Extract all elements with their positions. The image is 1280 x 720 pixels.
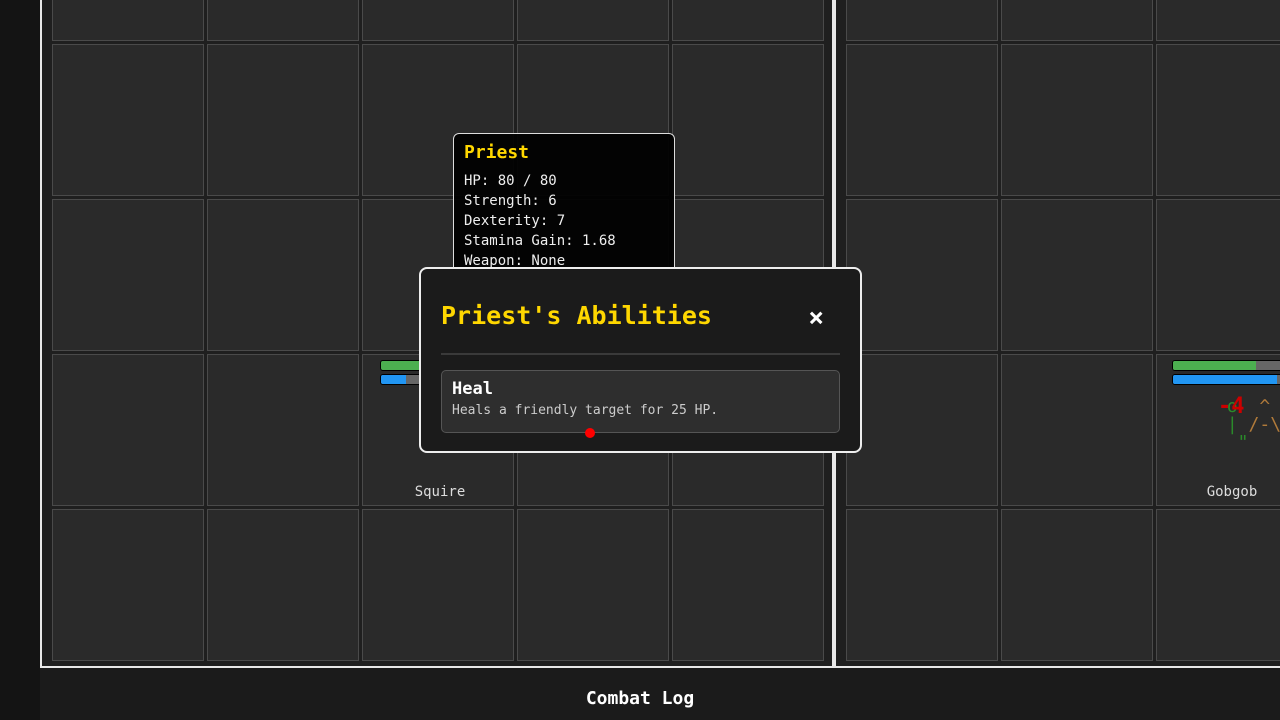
stamina-fill [381, 375, 406, 384]
stamina-fill [1173, 375, 1277, 384]
grid-cell[interactable] [846, 199, 998, 351]
ability-description: Heals a friendly target for 25 HP. [452, 403, 719, 418]
grid-cell[interactable] [1001, 0, 1153, 41]
modal-title: Priest's Abilities [441, 301, 712, 330]
grid-cell[interactable] [207, 354, 359, 506]
grid-cell[interactable] [207, 0, 359, 41]
grid-cell[interactable] [846, 0, 998, 41]
grid-cell[interactable] [52, 509, 204, 661]
unit-tooltip: Priest HP: 80 / 80 Strength: 6 Dexterity… [453, 133, 675, 283]
grid-cell[interactable] [1001, 354, 1153, 506]
close-icon[interactable]: × [808, 303, 824, 333]
grid-cell[interactable] [207, 44, 359, 196]
grid-cell[interactable] [1156, 199, 1280, 351]
grid-cell[interactable] [517, 0, 669, 41]
grid-cell[interactable] [1001, 509, 1153, 661]
health-fill [1173, 361, 1256, 370]
grid-cell[interactable] [672, 0, 824, 41]
grid-cell[interactable] [207, 509, 359, 661]
grid-cell[interactable] [846, 509, 998, 661]
grid-cell[interactable] [207, 199, 359, 351]
left-margin [0, 0, 40, 720]
grid-cell[interactable] [1001, 44, 1153, 196]
health-bar [1172, 360, 1280, 371]
tooltip-stamina-gain: Stamina Gain: 1.68 [464, 233, 616, 249]
grid-cell[interactable] [517, 509, 669, 661]
grid-cell[interactable] [1156, 509, 1280, 661]
grid-cell[interactable] [52, 0, 204, 41]
damage-number: -4 [1218, 394, 1245, 419]
grid-cell[interactable] [362, 0, 514, 41]
unit-gobgob[interactable]: o ^ | /-\ " |-4Gobgob [1156, 354, 1280, 506]
grid-cell[interactable] [362, 509, 514, 661]
grid-cell[interactable] [672, 509, 824, 661]
unit-name: Gobgob [1206, 484, 1258, 500]
enemy-board: o ^ | /-\ " |-4Gobgob [834, 0, 1280, 668]
divider [441, 353, 840, 355]
ability-name: Heal [452, 379, 493, 399]
ability-heal[interactable]: Heal Heals a friendly target for 25 HP. [441, 370, 840, 433]
grid-cell[interactable] [1156, 44, 1280, 196]
grid-cell[interactable] [52, 354, 204, 506]
grid-cell[interactable] [52, 199, 204, 351]
grid-cell[interactable] [1156, 0, 1280, 41]
cursor-dot [585, 428, 595, 438]
tooltip-title: Priest [464, 142, 530, 163]
grid-cell[interactable] [52, 44, 204, 196]
stamina-bar [1172, 374, 1280, 385]
grid-cell[interactable] [672, 44, 824, 196]
unit-name: Squire [414, 484, 466, 500]
tooltip-strength: Strength: 6 [464, 193, 557, 209]
grid-cell[interactable] [846, 44, 998, 196]
grid-cell[interactable] [1001, 199, 1153, 351]
abilities-modal: Priest's Abilities × Heal Heals a friend… [419, 267, 862, 453]
grid-cell[interactable] [846, 354, 998, 506]
tooltip-dexterity: Dexterity: 7 [464, 213, 566, 229]
combat-log-title: Combat Log [585, 688, 695, 709]
tooltip-hp: HP: 80 / 80 [464, 173, 557, 189]
